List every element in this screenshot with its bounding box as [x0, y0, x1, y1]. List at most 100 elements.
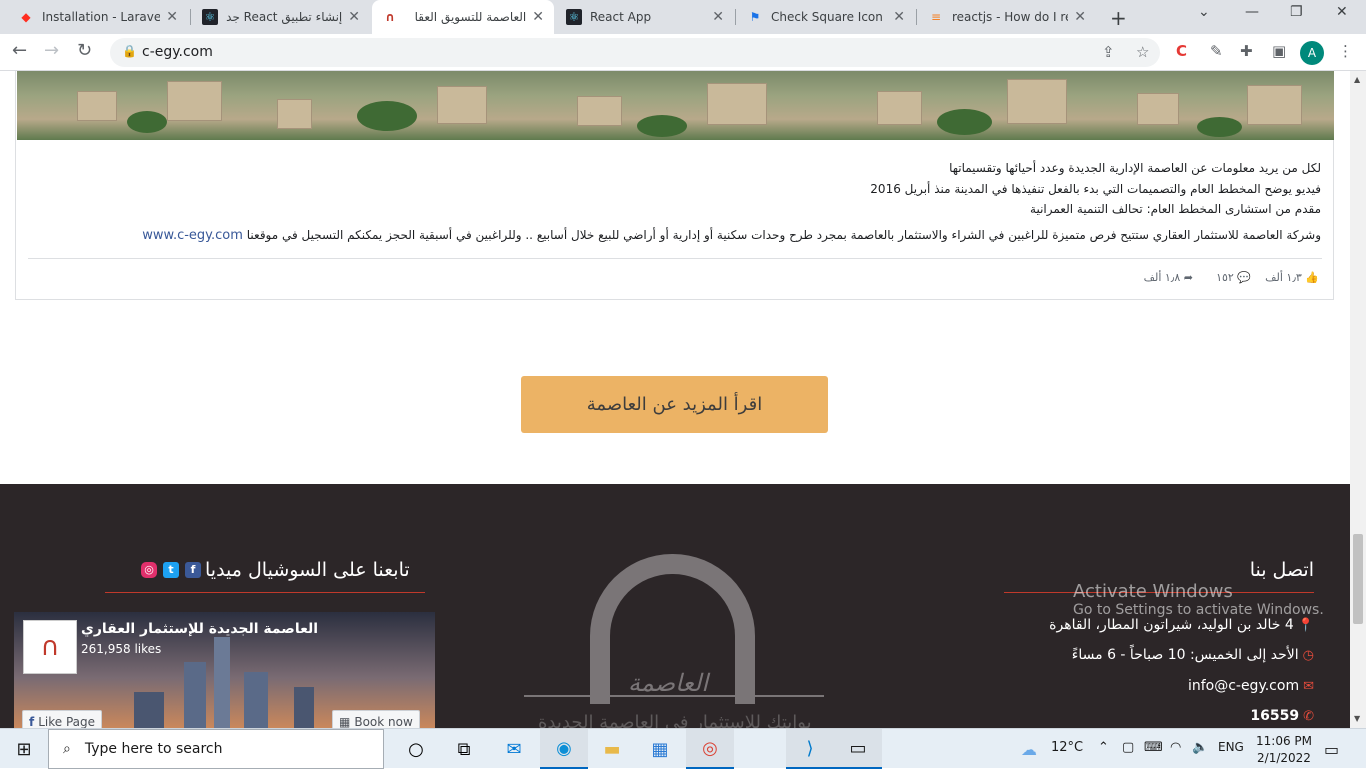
mail-icon[interactable]: ✉: [490, 729, 538, 769]
book-now-button[interactable]: ▦ Book now: [332, 710, 420, 728]
stackoverflow-icon: ≡: [930, 10, 942, 24]
hours-text: الأحد إلى الخميس: 10 صباحاً - 6 مساءً: [1071, 647, 1299, 663]
divider: [28, 258, 1322, 259]
system-clock[interactable]: 11:06 PM 2/1/2022: [1256, 733, 1312, 767]
eyedropper-icon[interactable]: ✎: [1210, 42, 1223, 60]
scroll-up-icon[interactable]: ▲: [1354, 75, 1360, 84]
phone-text[interactable]: 16559: [1250, 708, 1299, 724]
camera-icon[interactable]: ▢: [1122, 740, 1134, 755]
lock-icon: 🔒: [122, 44, 137, 58]
close-icon[interactable]: ✕: [893, 9, 905, 25]
new-tab-button[interactable]: +: [1110, 6, 1127, 30]
temperature-text[interactable]: 12°C: [1051, 740, 1083, 755]
tab-separator: [735, 9, 736, 25]
close-icon[interactable]: ✕: [1074, 9, 1086, 25]
tab-search-icon[interactable]: ⌄: [1198, 4, 1210, 20]
page-scrollbar[interactable]: ▲ ▼: [1350, 71, 1366, 728]
shares-value: ١٫٨ ألف: [1143, 271, 1181, 284]
vscode-icon[interactable]: ⟩: [786, 729, 834, 769]
close-window-button[interactable]: ✕: [1336, 4, 1348, 20]
tab-react-new[interactable]: ⚛ إنشاء تطبيق React جديد ✕: [192, 0, 370, 34]
page-content: لكل من يريد معلومات عن العاصمة الإدارية …: [0, 71, 1350, 728]
browser-tab-strip: ◆ Installation - Laravel - ✕ ⚛ إنشاء تطب…: [0, 0, 1366, 34]
tab-separator: [916, 9, 917, 25]
comments-value: ١٥٢: [1216, 271, 1234, 284]
taskbar-search[interactable]: ⌕ Type here to search: [48, 729, 384, 769]
scroll-thumb[interactable]: [1353, 534, 1363, 624]
side-panel-icon[interactable]: ▣: [1272, 42, 1286, 60]
close-icon[interactable]: ✕: [166, 9, 178, 25]
url-text[interactable]: c-egy.com: [142, 44, 213, 60]
windows-start-icon[interactable]: ⊞: [0, 729, 48, 769]
store-icon[interactable]: ▦: [636, 729, 684, 769]
weather-cloud-icon[interactable]: ☁: [1021, 740, 1037, 759]
menu-kebab-icon[interactable]: ⋮: [1338, 42, 1353, 60]
tab-title: العاصمة للتسويق العقا: [414, 10, 527, 24]
share-arrow-icon: ➦: [1183, 271, 1193, 284]
tab-separator: [190, 9, 191, 25]
like-page-button[interactable]: f Like Page: [22, 710, 103, 728]
task-view-icon[interactable]: ⧉: [440, 729, 488, 769]
page-logo: ∩: [23, 620, 77, 674]
flag-icon: ⚑: [749, 10, 761, 24]
extensions-puzzle-icon[interactable]: ✚: [1240, 42, 1253, 60]
language-indicator[interactable]: ENG: [1218, 740, 1244, 754]
share-icon[interactable]: ⇪: [1102, 43, 1115, 61]
search-icon: ⌕: [63, 741, 71, 757]
edge-icon[interactable]: ◉: [540, 729, 588, 769]
facebook-page-widget[interactable]: ∩ العاصمة الجديدة للإستثمار العقاري 261,…: [14, 612, 435, 728]
twitter-icon[interactable]: t: [163, 562, 179, 578]
address-bar[interactable]: 🔒 c-egy.com ⇪ ☆: [110, 38, 1160, 67]
react-icon: ⚛: [566, 9, 582, 25]
extension-c-icon[interactable]: C: [1176, 42, 1187, 60]
close-icon[interactable]: ✕: [532, 9, 544, 25]
logo-name: العاصمة: [628, 669, 708, 697]
watermark-subtitle: Go to Settings to activate Windows.: [1073, 602, 1324, 618]
website-link[interactable]: www.c-egy.com: [142, 228, 243, 243]
tray-chevron-icon[interactable]: ⌃: [1098, 740, 1109, 755]
contact-email[interactable]: ✉ info@c-egy.com: [1188, 678, 1314, 694]
divider: [105, 592, 425, 593]
volume-icon[interactable]: 🔈: [1192, 740, 1208, 755]
forward-button[interactable]: →: [44, 40, 59, 61]
contact-phone[interactable]: ✆ 16559: [1250, 708, 1314, 724]
tab-laravel[interactable]: ◆ Installation - Laravel - ✕: [8, 0, 188, 34]
scroll-down-icon[interactable]: ▼: [1354, 714, 1360, 723]
shares-count[interactable]: ➦ ١٫٨ ألف: [1144, 271, 1193, 284]
tab-react-app[interactable]: ⚛ React App ✕: [556, 0, 734, 34]
facebook-icon[interactable]: f: [185, 562, 201, 578]
restore-button[interactable]: ❐: [1290, 4, 1303, 20]
notification-icon[interactable]: ▭: [1324, 740, 1339, 759]
post-text-line: فيديو يوضح المخطط العام والتصميمات التي …: [870, 182, 1321, 196]
bookmark-star-icon[interactable]: ☆: [1136, 43, 1149, 61]
wifi-icon[interactable]: ◠: [1170, 740, 1181, 755]
reload-button[interactable]: ↻: [77, 40, 92, 61]
back-button[interactable]: ←: [12, 40, 27, 61]
chrome-icon[interactable]: ◎: [686, 729, 734, 769]
map-pin-icon: 📍: [1297, 617, 1314, 633]
email-text[interactable]: info@c-egy.com: [1188, 678, 1299, 694]
tab-title: reactjs - How do I refe: [952, 10, 1068, 24]
fb-page-name[interactable]: العاصمة الجديدة للإستثمار العقاري: [81, 621, 318, 637]
social-title: تابعنا على السوشيال ميديا: [205, 559, 410, 581]
read-more-button[interactable]: اقرأ المزيد عن العاصمة: [521, 376, 828, 433]
close-icon[interactable]: ✕: [712, 9, 724, 25]
comments-count[interactable]: 💬 ١٥٢: [1216, 271, 1251, 284]
tab-stackoverflow[interactable]: ≡ reactjs - How do I refe ✕: [918, 0, 1096, 34]
profile-avatar[interactable]: A: [1300, 41, 1324, 65]
instagram-icon[interactable]: ◎: [141, 562, 157, 578]
minimize-button[interactable]: —: [1245, 4, 1259, 20]
thumbs-up-icon: 👍: [1305, 271, 1319, 284]
tab-check-square[interactable]: ⚑ Check Square Icon - R ✕: [737, 0, 915, 34]
book-now-label: Book now: [354, 715, 413, 728]
terminal-icon[interactable]: ▭: [834, 729, 882, 769]
file-explorer-icon[interactable]: ▬: [588, 729, 636, 769]
likes-value: ١٫٣ ألف: [1265, 271, 1302, 284]
tab-c-egy[interactable]: ∩ العاصمة للتسويق العقا ✕: [372, 0, 554, 34]
close-icon[interactable]: ✕: [348, 9, 360, 25]
cortana-icon[interactable]: ○: [392, 729, 440, 769]
likes-count[interactable]: 👍 ١٫٣ ألف: [1265, 271, 1319, 284]
clock-icon: ◷: [1302, 647, 1314, 663]
logo-slogan: بوابتك للاستثمار في العاصمة الجديدة: [538, 712, 812, 728]
input-icon[interactable]: ⌨: [1144, 740, 1163, 755]
